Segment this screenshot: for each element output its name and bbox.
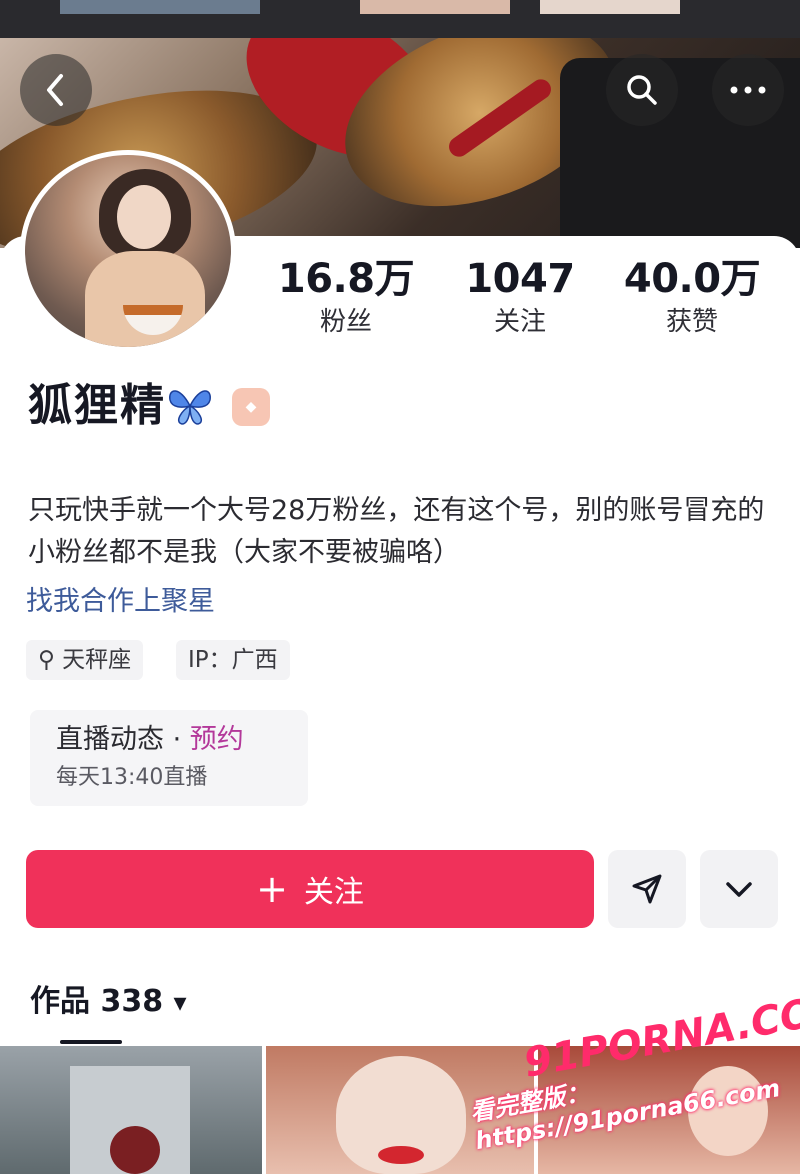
tag-zodiac[interactable]: ⚲ 天秤座 xyxy=(26,640,144,680)
avatar-face xyxy=(117,185,171,249)
stat-fans-value: 16.8万 xyxy=(277,256,415,302)
plus-icon: + xyxy=(256,867,288,911)
stat-following[interactable]: 1047 关注 xyxy=(440,256,600,340)
stat-likes[interactable]: 40.0万 获赞 xyxy=(612,256,772,340)
tag-zodiac-label: 天秤座 xyxy=(62,647,132,673)
stat-likes-label: 获赞 xyxy=(665,307,718,337)
stat-following-label: 关注 xyxy=(493,307,546,337)
tab-works-label: 作品 338 xyxy=(30,984,164,1019)
thumb-shape xyxy=(378,1146,424,1164)
more-options-button[interactable] xyxy=(700,850,778,928)
top-strip xyxy=(0,0,800,38)
more-button[interactable] xyxy=(712,54,784,126)
live-title: 直播动态 xyxy=(56,724,164,755)
tab-indicator xyxy=(60,1040,122,1044)
profile-bio: 只玩快手就一个大号28万粉丝，还有这个号，别的账号冒充的小粉丝都不是我（大家不要… xyxy=(28,495,765,568)
follow-label: 关注 xyxy=(303,875,364,910)
live-title-row: 直播动态 · 预约 xyxy=(56,720,282,760)
live-schedule-card[interactable]: 直播动态 · 预约 每天13:40直播 xyxy=(30,710,308,806)
stat-fans-label: 粉丝 xyxy=(319,307,372,337)
live-separator: · xyxy=(164,724,190,755)
chevron-left-icon xyxy=(47,74,63,106)
follow-button[interactable]: + 关注 xyxy=(26,850,594,928)
work-thumbnail[interactable] xyxy=(0,1046,262,1174)
butterfly-icon xyxy=(169,390,211,425)
tab-works[interactable]: 作品 338 ▾ xyxy=(30,980,187,1025)
live-reserve-action[interactable]: 预约 xyxy=(190,724,244,755)
search-button[interactable] xyxy=(606,54,678,126)
live-schedule: 每天13:40直播 xyxy=(56,765,208,790)
tag-ip-label: IP：广西 xyxy=(188,647,278,673)
avatar[interactable] xyxy=(20,150,236,352)
strip-thumb xyxy=(360,0,510,14)
more-horizontal-icon xyxy=(730,86,766,94)
verified-badge-icon[interactable]: ◆ xyxy=(232,388,270,426)
stat-following-value: 1047 xyxy=(465,256,575,302)
strip-thumb xyxy=(540,0,680,14)
chevron-down-icon xyxy=(726,882,752,897)
back-button[interactable] xyxy=(20,54,92,126)
stat-fans[interactable]: 16.8万 粉丝 xyxy=(266,256,426,340)
profile-name: 狐狸精 xyxy=(28,380,166,431)
send-icon xyxy=(632,874,662,904)
stat-likes-value: 40.0万 xyxy=(623,256,761,302)
caret-down-icon: ▾ xyxy=(173,988,187,1018)
tag-ip: IP：广西 xyxy=(176,640,290,680)
zodiac-icon: ⚲ xyxy=(38,647,55,673)
strip-thumb xyxy=(60,0,260,14)
avatar-body xyxy=(85,251,205,347)
search-icon xyxy=(627,75,657,105)
thumb-shape xyxy=(110,1126,160,1174)
profile-link[interactable]: 找我合作上聚星 xyxy=(26,584,215,620)
share-button[interactable] xyxy=(608,850,686,928)
